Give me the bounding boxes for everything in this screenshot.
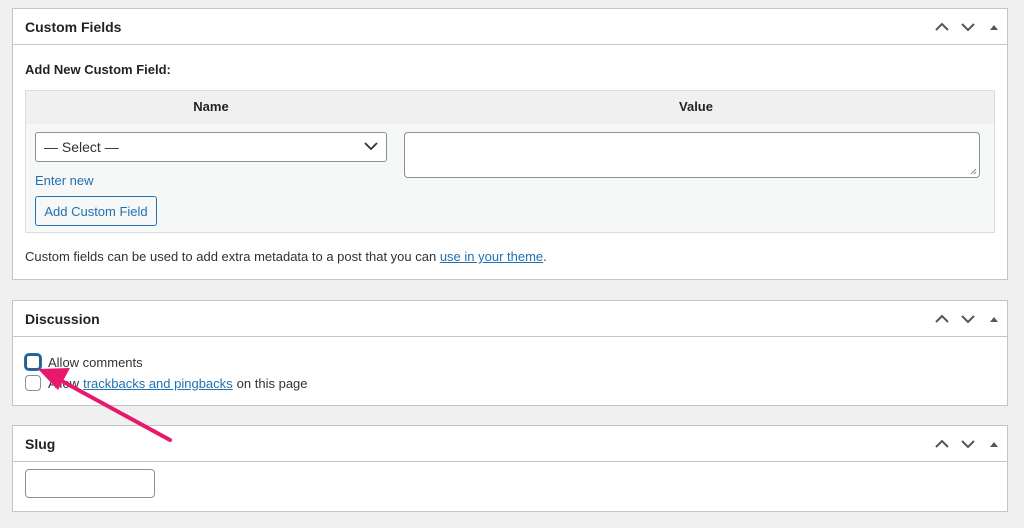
- chevron-down-icon: [961, 314, 975, 323]
- move-up-button[interactable]: [929, 9, 955, 45]
- discussion-inside: Allow comments Allow trackbacks and ping…: [13, 337, 1007, 405]
- description-end: .: [543, 249, 547, 264]
- column-header-name: Name: [193, 99, 229, 114]
- move-up-button[interactable]: [929, 426, 955, 462]
- handle-actions: [929, 9, 1007, 44]
- custom-fields-title: Custom Fields: [25, 18, 122, 35]
- add-new-field-heading: Add New Custom Field:: [25, 62, 171, 77]
- custom-fields-description: Custom fields can be used to add extra m…: [25, 249, 995, 264]
- chevron-up-icon: [935, 22, 949, 31]
- discussion-title: Discussion: [25, 310, 100, 327]
- move-down-button[interactable]: [955, 301, 981, 337]
- chevron-up-icon: [935, 314, 949, 323]
- discussion-header: Discussion: [13, 301, 1007, 337]
- allow-comments-label: Allow comments: [48, 354, 143, 370]
- add-custom-field-button[interactable]: Add Custom Field: [35, 196, 157, 226]
- allow-comments-checkbox[interactable]: [25, 354, 41, 370]
- custom-fields-box: Custom Fields Add New Custom Field: Name…: [12, 8, 1008, 280]
- discussion-box: Discussion Allow comments Allow trackbac…: [12, 300, 1008, 406]
- slug-box: Slug: [12, 425, 1008, 512]
- chevron-up-icon: [935, 439, 949, 448]
- meta-value-textarea[interactable]: [404, 132, 980, 178]
- allow-comments-row[interactable]: Allow comments: [25, 354, 143, 370]
- use-in-theme-link[interactable]: use in your theme: [440, 249, 543, 264]
- handle-actions: [929, 301, 1007, 336]
- table-header: Name Value: [26, 91, 994, 124]
- trackbacks-link[interactable]: trackbacks and pingbacks: [83, 376, 233, 391]
- custom-fields-inside: Add New Custom Field: Name Value — Selec…: [13, 62, 1007, 264]
- chevron-down-icon: [961, 22, 975, 31]
- move-down-button[interactable]: [955, 9, 981, 45]
- custom-field-table: Name Value — Select — Enter new Add Cust…: [25, 90, 995, 233]
- slug-header: Slug: [13, 426, 1007, 462]
- toggle-panel-button[interactable]: [981, 426, 1007, 462]
- custom-fields-header: Custom Fields: [13, 9, 1007, 45]
- triangle-up-icon: [990, 316, 998, 322]
- move-up-button[interactable]: [929, 301, 955, 337]
- toggle-panel-button[interactable]: [981, 9, 1007, 45]
- description-text: Custom fields can be used to add extra m…: [25, 249, 440, 264]
- enter-new-link[interactable]: Enter new: [35, 173, 94, 188]
- toggle-panel-button[interactable]: [981, 301, 1007, 337]
- allow-pings-label-prefix: Allow: [48, 375, 80, 391]
- move-down-button[interactable]: [955, 426, 981, 462]
- handle-actions: [929, 426, 1007, 461]
- allow-pings-checkbox[interactable]: [25, 375, 41, 391]
- meta-key-select[interactable]: — Select —: [35, 132, 387, 162]
- column-header-value: Value: [679, 99, 713, 114]
- triangle-up-icon: [990, 24, 998, 30]
- triangle-up-icon: [990, 441, 998, 447]
- slug-input[interactable]: [25, 469, 155, 498]
- select-value: — Select —: [44, 139, 119, 155]
- allow-pings-row[interactable]: Allow trackbacks and pingbacks on this p…: [25, 375, 308, 391]
- resize-grip-icon[interactable]: [969, 167, 977, 175]
- allow-pings-label-suffix: on this page: [236, 375, 308, 391]
- chevron-down-icon: [961, 439, 975, 448]
- chevron-down-icon: [364, 142, 378, 151]
- slug-title: Slug: [25, 435, 56, 452]
